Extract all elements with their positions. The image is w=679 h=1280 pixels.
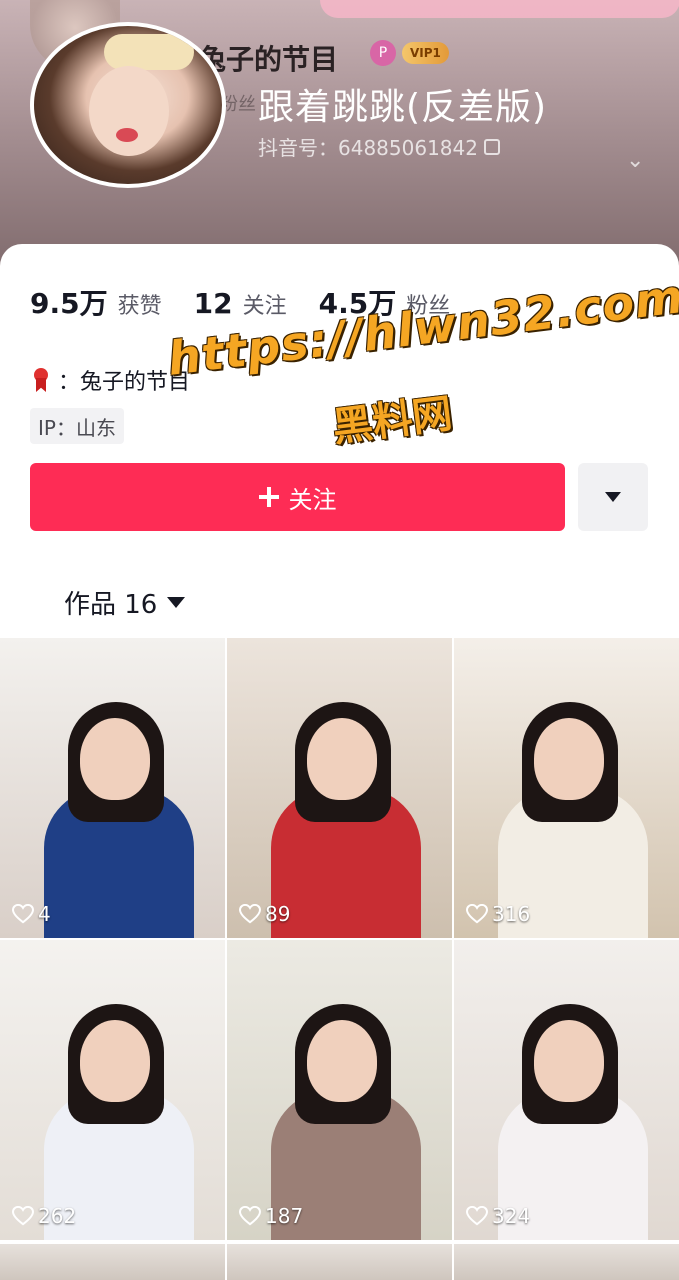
heart-icon xyxy=(239,1206,261,1226)
role-row: ：兔子的节目 xyxy=(32,364,190,396)
follow-label: 关注 xyxy=(288,485,337,514)
video-thumbnail[interactable]: 4 xyxy=(0,638,225,938)
like-count-text: 262 xyxy=(38,1204,77,1228)
like-count-text: 324 xyxy=(492,1204,531,1228)
works-tab-label: 作品 16 xyxy=(64,590,158,620)
like-count: 316 xyxy=(466,902,530,926)
vip-badges: P VIP1 xyxy=(370,40,449,66)
like-count: 324 xyxy=(466,1204,530,1228)
plus-icon xyxy=(258,487,279,507)
like-count: 89 xyxy=(239,902,290,926)
caret-down-icon xyxy=(167,597,186,608)
douyin-id-text: 抖音号：64885061842 xyxy=(258,136,478,160)
heart-icon xyxy=(12,1206,34,1226)
stat-following[interactable]: 12 关注 xyxy=(194,287,287,320)
stat-label: 粉丝 xyxy=(406,294,451,319)
caret-down-icon xyxy=(605,492,621,502)
like-count: 187 xyxy=(239,1204,303,1228)
avatar[interactable] xyxy=(30,22,226,188)
ribbon-icon xyxy=(32,368,50,392)
douyin-id[interactable]: 抖音号：64885061842 xyxy=(258,132,500,161)
stat-label: 关注 xyxy=(242,294,287,319)
video-grid: 4 89 316 262 187 324 xyxy=(0,638,679,1240)
like-count-text: 187 xyxy=(265,1204,304,1228)
heart-icon xyxy=(12,904,34,924)
stats-row: 9.5万 获赞 12 关注 4.5万 粉丝 xyxy=(30,282,450,322)
heart-icon xyxy=(239,904,261,924)
video-thumbnail[interactable]: 262 xyxy=(0,940,225,1240)
stat-number: 9.5万 xyxy=(30,287,108,320)
header-banner xyxy=(320,0,679,18)
tab-works[interactable]: 作品 16 xyxy=(64,584,186,621)
heart-icon xyxy=(466,1206,488,1226)
next-row-peek xyxy=(0,1244,679,1280)
heart-icon xyxy=(466,904,488,924)
p-badge-icon: P xyxy=(370,40,396,66)
vip-badge: VIP1 xyxy=(402,42,449,64)
like-count: 262 xyxy=(12,1204,76,1228)
like-count-text: 89 xyxy=(265,902,291,926)
video-thumbnail[interactable]: 187 xyxy=(227,940,452,1240)
video-thumbnail[interactable]: 89 xyxy=(227,638,452,938)
role-text: ：兔子的节目 xyxy=(58,370,191,395)
like-count: 4 xyxy=(12,902,51,926)
collapsed-nickname: 兔子的节目 xyxy=(198,43,339,76)
chevron-down-icon[interactable]: ⌄ xyxy=(626,148,644,173)
video-thumbnail[interactable]: 324 xyxy=(454,940,679,1240)
nickname: 跟着跳跳(反差版) xyxy=(258,87,548,128)
ip-location-tag: IP：山东 xyxy=(30,408,124,444)
stat-number: 4.5万 xyxy=(318,287,397,320)
video-thumbnail[interactable]: 316 xyxy=(454,638,679,938)
stat-likes[interactable]: 9.5万 获赞 xyxy=(30,282,162,322)
bunny-ears-icon xyxy=(104,34,194,70)
like-count-text: 316 xyxy=(492,902,531,926)
stat-followers[interactable]: 4.5万 粉丝 xyxy=(319,282,451,322)
stat-number: 12 xyxy=(193,287,233,320)
follow-button[interactable]: 关注 xyxy=(30,463,565,531)
more-options-button[interactable] xyxy=(578,463,648,531)
copy-icon[interactable] xyxy=(483,138,500,155)
like-count-text: 4 xyxy=(38,902,51,926)
stat-label: 获赞 xyxy=(117,294,162,319)
